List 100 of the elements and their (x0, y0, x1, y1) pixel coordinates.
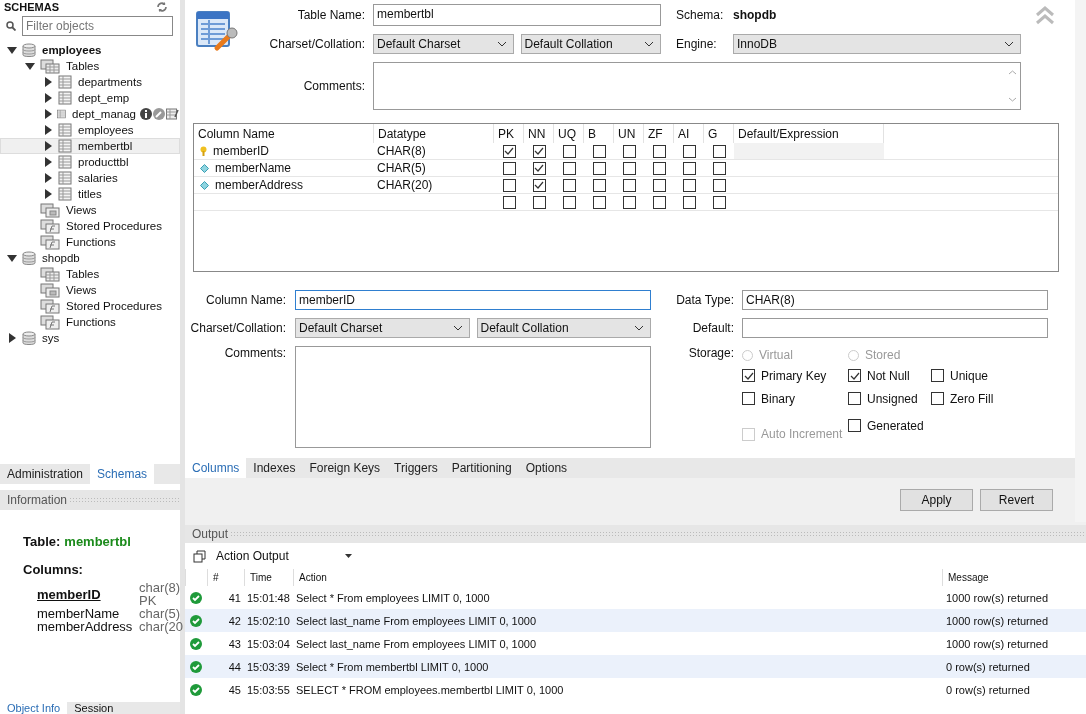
checkbox[interactable] (592, 178, 606, 192)
tree-item[interactable]: shopdb (0, 250, 180, 266)
option-checkbox[interactable]: Unsigned (848, 391, 931, 406)
expand-arrow-icon[interactable] (7, 253, 17, 263)
expand-arrow-icon[interactable] (43, 141, 53, 151)
tree-item[interactable]: departments (0, 74, 180, 90)
column-name-field[interactable]: memberID (295, 290, 651, 310)
revert-button[interactable]: Revert (980, 489, 1053, 511)
column-header[interactable]: UN (614, 124, 644, 143)
info-tab[interactable]: Session (67, 702, 121, 714)
column-header[interactable]: Column Name (194, 124, 374, 143)
expand-arrow-icon[interactable] (43, 77, 53, 87)
checkbox[interactable] (712, 161, 726, 175)
checkbox[interactable] (682, 161, 696, 175)
option-checkbox[interactable]: Primary Key (742, 368, 848, 383)
sidebar-tab[interactable]: Schemas (90, 464, 155, 484)
editor-tab[interactable]: Triggers (387, 458, 445, 478)
column-header[interactable]: # (207, 569, 244, 586)
expand-arrow-icon[interactable] (25, 61, 35, 71)
tree-item[interactable]: Views (0, 202, 180, 218)
checkbox[interactable] (622, 195, 636, 209)
expand-arrow-icon[interactable] (43, 189, 53, 199)
checkbox[interactable] (712, 178, 726, 192)
tree-item[interactable]: Views (0, 282, 180, 298)
refresh-icon[interactable] (156, 2, 168, 12)
checkbox[interactable] (562, 178, 576, 192)
checkbox[interactable] (682, 144, 696, 158)
comments-field[interactable] (373, 62, 1021, 110)
checkbox[interactable] (622, 178, 636, 192)
collation-dropdown[interactable]: Default Collation (476, 318, 651, 338)
checkbox[interactable] (712, 195, 726, 209)
sidebar-tab[interactable]: Administration (0, 464, 91, 484)
column-header[interactable]: Message (942, 569, 1086, 586)
table-name-field[interactable]: membertbl (373, 4, 661, 26)
checkbox[interactable] (562, 144, 576, 158)
checkbox[interactable] (652, 161, 666, 175)
grid-row[interactable] (194, 194, 1058, 211)
editor-tab[interactable]: Options (518, 458, 575, 478)
option-checkbox[interactable]: Not Null (848, 368, 931, 383)
column-header[interactable]: Time (244, 569, 293, 586)
option-checkbox[interactable]: Unique (931, 368, 1048, 383)
expand-arrow-icon[interactable] (7, 45, 17, 55)
info-icon[interactable] (140, 108, 152, 120)
info-tab[interactable]: Object Info (0, 702, 68, 714)
checkbox[interactable] (682, 178, 696, 192)
grid-row[interactable]: memberName CHAR(5) (194, 160, 1058, 177)
tree-item[interactable]: employees (0, 42, 180, 58)
collation-dropdown[interactable]: Default Collation (520, 34, 661, 54)
column-header[interactable]: ZF (644, 124, 674, 143)
tree-item[interactable]: producttbl (0, 154, 180, 170)
checkbox[interactable] (652, 178, 666, 192)
tree-item[interactable]: titles (0, 186, 180, 202)
grid-row[interactable]: memberID CHAR(8) (194, 143, 1058, 160)
checkbox[interactable] (712, 144, 726, 158)
checkbox[interactable] (592, 161, 606, 175)
tree-item[interactable]: membertbl (0, 138, 180, 154)
apply-button[interactable]: Apply (900, 489, 973, 511)
data-type-field[interactable]: CHAR(8) (742, 290, 1048, 310)
checkbox[interactable] (532, 144, 546, 158)
comments-field[interactable] (295, 346, 651, 448)
tree-item[interactable]: Tables (0, 58, 180, 74)
expand-arrow-icon[interactable] (7, 333, 17, 343)
checkbox[interactable] (652, 195, 666, 209)
option-checkbox[interactable]: Binary (742, 391, 848, 406)
checkbox[interactable] (652, 144, 666, 158)
tree-item[interactable]: salaries (0, 170, 180, 186)
column-header[interactable]: Datatype (374, 124, 494, 143)
column-header[interactable]: PK (494, 124, 524, 143)
column-header[interactable]: Action (293, 569, 942, 586)
checkbox[interactable] (502, 161, 516, 175)
checkbox[interactable] (502, 195, 516, 209)
column-header[interactable]: NN (524, 124, 554, 143)
checkbox[interactable] (682, 195, 696, 209)
tree-item[interactable]: Functions (0, 314, 180, 330)
checkbox[interactable] (592, 144, 606, 158)
checkbox[interactable] (532, 178, 546, 192)
tree-item[interactable]: Stored Procedures (0, 298, 180, 314)
tree-item[interactable]: Functions (0, 234, 180, 250)
grid-row[interactable]: memberAddress CHAR(20) (194, 177, 1058, 194)
option-checkbox[interactable]: Zero Fill (931, 391, 1048, 406)
column-header[interactable]: G (704, 124, 734, 143)
editor-tab[interactable]: Foreign Keys (302, 458, 388, 478)
charset-dropdown[interactable]: Default Charset (373, 34, 514, 54)
checkbox[interactable] (562, 161, 576, 175)
tree-item[interactable]: employees (0, 122, 180, 138)
column-header[interactable]: B (584, 124, 614, 143)
editor-tab[interactable]: Partitioning (444, 458, 519, 478)
expand-arrow-icon[interactable] (43, 93, 53, 103)
checkbox[interactable] (622, 161, 636, 175)
tree-item[interactable]: Tables (0, 266, 180, 282)
checkbox[interactable] (532, 195, 546, 209)
checkbox[interactable] (502, 144, 516, 158)
engine-dropdown[interactable]: InnoDB (733, 34, 1021, 54)
checkbox[interactable] (532, 161, 546, 175)
tree-item[interactable]: Stored Procedures (0, 218, 180, 234)
charset-dropdown[interactable]: Default Charset (295, 318, 470, 338)
checkbox[interactable] (592, 195, 606, 209)
copy-icon[interactable] (193, 549, 206, 563)
filter-field[interactable]: Filter objects (22, 16, 173, 36)
expand-arrow-icon[interactable] (43, 173, 53, 183)
